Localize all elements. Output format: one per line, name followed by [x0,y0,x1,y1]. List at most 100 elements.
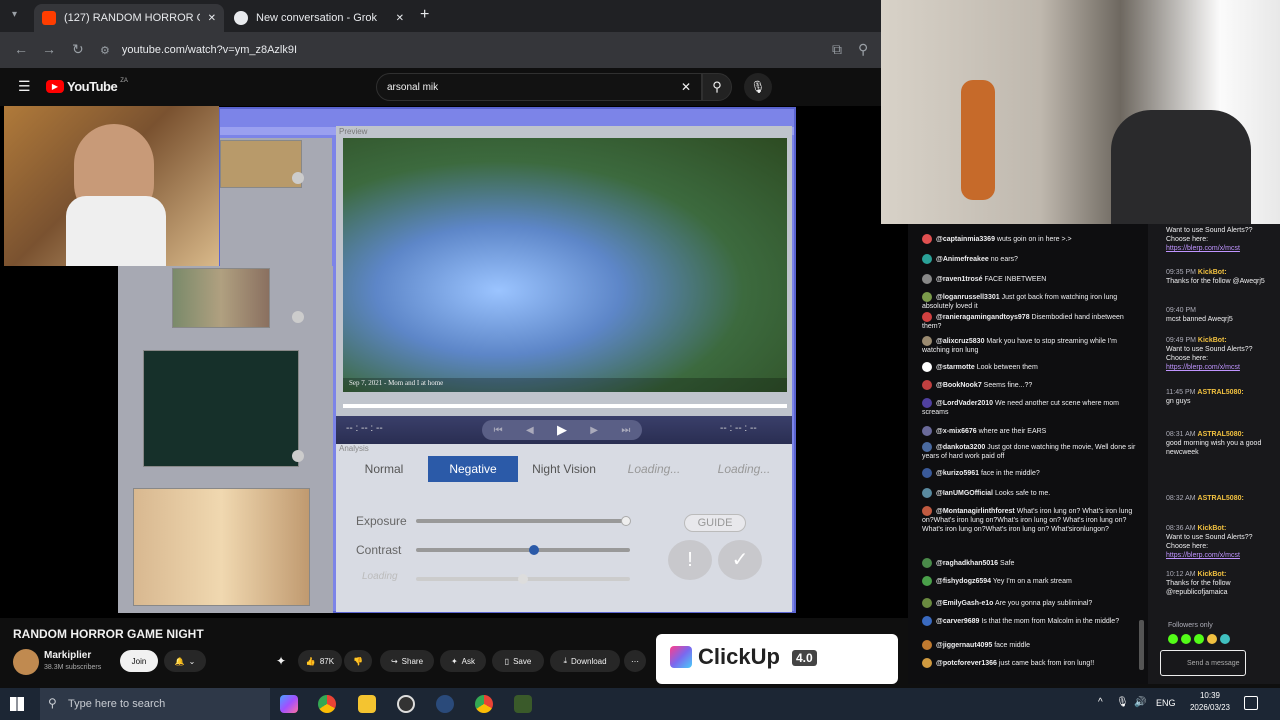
mode-tab-normal[interactable]: Normal [342,456,426,482]
checkmark-icon[interactable]: ✓ [718,540,762,580]
ask-button[interactable]: ✦ Ask [440,650,486,672]
chat-avatar[interactable] [922,488,932,498]
emote-icon[interactable] [1207,634,1217,644]
chat-username[interactable]: @ranieragamingandtoys978 [936,314,1030,321]
volume-icon[interactable]: 🔊 [1134,697,1146,708]
chat-username[interactable]: @Montanagirlinthforest [936,508,1015,515]
chat-avatar[interactable] [922,442,932,452]
app-icon[interactable] [436,695,454,713]
kick-username[interactable]: ASTRAL5080: [1198,495,1244,502]
emote-icon[interactable] [1220,634,1230,644]
chat-avatar[interactable] [922,292,932,302]
chat-username[interactable]: @x-mix6676 [936,428,977,435]
chat-avatar[interactable] [922,254,932,264]
chat-avatar[interactable] [922,598,932,608]
new-tab-plus-icon[interactable]: + [420,6,429,24]
chat-username[interactable]: @raven1trosé [936,276,983,283]
dislike-button[interactable]: 👎 [344,650,372,672]
chat-username[interactable]: @BookNook7 [936,382,982,389]
forward-arrow-icon[interactable]: → [42,41,56,57]
exposure-knob[interactable] [621,516,631,526]
tab-search-icon[interactable]: ▾ [12,9,17,20]
chat-avatar[interactable] [922,362,932,372]
hype-icon[interactable]: ✦ [276,654,286,668]
url-field[interactable]: ⚙ youtube.com/watch?v=ym_z8Azlk9I [100,38,820,62]
exposure-slider[interactable] [416,516,631,526]
step-back-icon[interactable]: ◀ [526,425,534,436]
chat-username[interactable]: @alixcruz5830 [936,338,984,345]
windows-start-icon[interactable] [10,697,24,711]
chat-avatar[interactable] [922,506,932,516]
notifications-icon[interactable] [1244,696,1258,710]
exclamation-icon[interactable]: ! [668,540,712,580]
chrome-icon[interactable] [318,695,336,713]
kick-link[interactable]: https://blerp.com/x/mcst [1166,551,1276,560]
skip-forward-icon[interactable]: ⏭ [621,425,630,436]
chrome-profile-icon[interactable] [475,695,493,713]
search-input[interactable]: arsonal mik ✕ [376,73,702,101]
contrast-knob[interactable] [528,545,539,555]
chat-username[interactable]: @dankota3200 [936,444,985,451]
chat-username[interactable]: @kurizo5961 [936,470,979,477]
guide-button[interactable]: GUIDE [684,514,746,532]
kick-link[interactable]: https://blerp.com/x/mcst [1166,363,1276,372]
notifications-button[interactable]: 🔔 ⌄ [164,650,206,672]
site-info-icon[interactable]: ⚙ [100,44,110,57]
chat-avatar[interactable] [922,426,932,436]
chat-avatar[interactable] [922,658,932,668]
chat-avatar[interactable] [922,234,932,244]
copilot-icon[interactable] [280,695,298,713]
chat-username[interactable]: @raghadkhan5016 [936,560,998,567]
kick-username[interactable]: ASTRAL5080: [1197,389,1243,396]
emote-icon[interactable] [1168,634,1178,644]
emote-icon[interactable] [1181,634,1191,644]
kick-username[interactable]: KickBot: [1198,337,1227,344]
play-icon[interactable]: ▶ [557,422,567,438]
more-options-button[interactable]: ⋯ [624,650,646,672]
chat-username[interactable]: @IanUMGOfficial [936,490,993,497]
kick-username[interactable]: KickBot: [1198,269,1227,276]
chat-username[interactable]: @carver9689 [936,618,979,625]
download-button[interactable]: ⤓ Download [550,650,620,672]
share-button[interactable]: ↪ Share [380,650,434,672]
clickup-ad[interactable]: ClickUp 4.0 [656,634,898,684]
language-indicator[interactable]: ENG [1156,698,1176,708]
photo-thumbnail[interactable] [172,268,270,328]
kick-link[interactable]: https://blerp.com/x/mcst [1166,244,1276,253]
microphone-tray-icon[interactable]: 🎙 [1116,697,1129,708]
back-arrow-icon[interactable]: ← [14,41,28,57]
skip-back-icon[interactable]: ⏮ [494,425,503,436]
contrast-slider[interactable] [416,545,630,555]
tab-grok[interactable]: New conversation - Grok ✕ [226,4,412,32]
game-app-icon[interactable] [514,695,532,713]
clear-search-icon[interactable]: ✕ [681,80,691,94]
youtube-logo[interactable]: ▶ YouTube ZA [46,78,128,94]
chat-avatar[interactable] [922,274,932,284]
search-button[interactable]: ⚲ [702,73,732,101]
timeline-bar[interactable] [343,404,787,408]
zoom-icon[interactable]: ⚲ [858,41,868,58]
menu-icon[interactable]: ☰ [18,78,31,95]
step-forward-icon[interactable]: ▶ [590,425,598,436]
chat-avatar[interactable] [922,616,932,626]
close-tab-icon[interactable]: ✕ [396,13,404,24]
obs-icon[interactable] [397,695,415,713]
chat-username[interactable]: @fishydogz6594 [936,578,991,585]
taskbar-clock[interactable]: 10:39 2026/03/23 [1180,690,1240,714]
chat-scrollbar[interactable] [1139,620,1144,670]
save-button[interactable]: ▯ Save [492,650,544,672]
send-message-input[interactable]: Send a message [1160,650,1246,676]
chat-avatar[interactable] [922,312,932,322]
chat-username[interactable]: @starmotte [936,364,975,371]
chat-username[interactable]: @LordVader2010 [936,400,993,407]
channel-avatar[interactable] [13,649,39,675]
tab-youtube[interactable]: (127) RANDOM HORROR G ✕ [34,4,224,32]
chat-avatar[interactable] [922,558,932,568]
taskbar-search[interactable]: ⚲ Type here to search [40,688,270,720]
photo-thumbnail-selected[interactable] [133,488,310,606]
chat-username[interactable]: @jiggernaut4095 [936,642,992,649]
chat-username[interactable]: @captainmia3369 [936,236,995,243]
voice-search-button[interactable]: 🎙 [744,73,772,101]
join-button[interactable]: Join [120,650,158,672]
emote-icon[interactable] [1194,634,1204,644]
